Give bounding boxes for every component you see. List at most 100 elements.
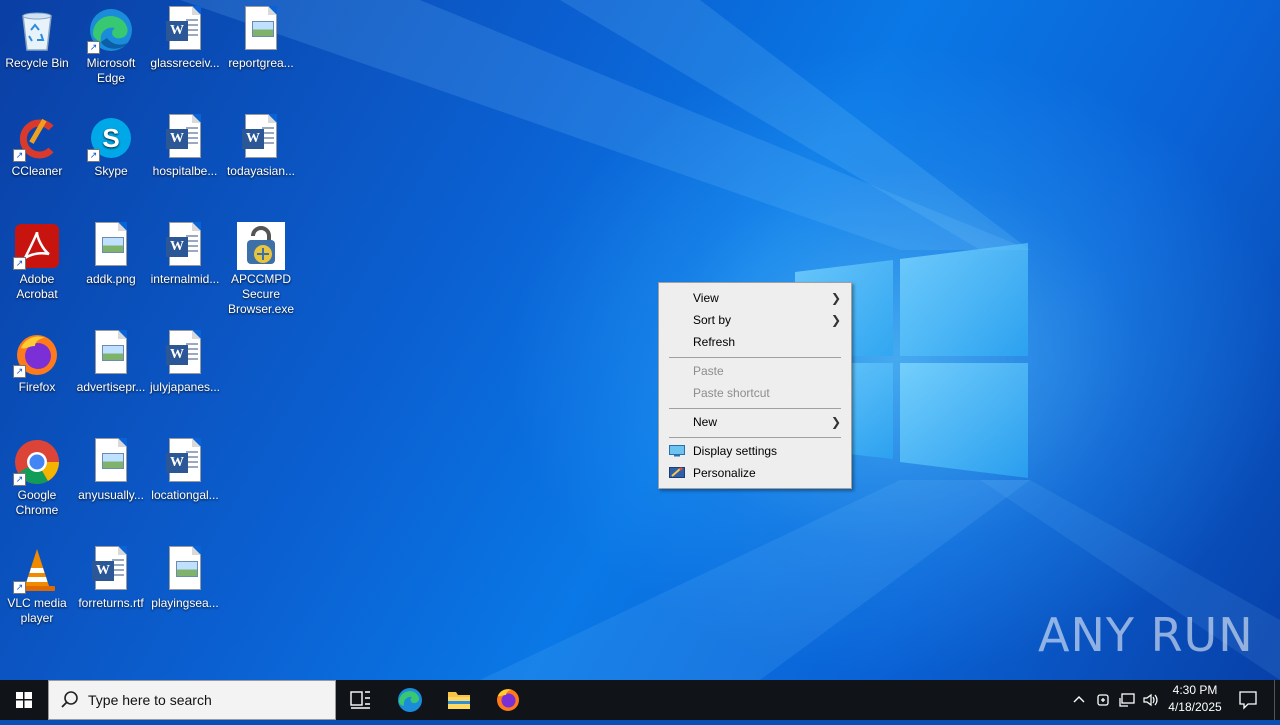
chevron-right-icon: ❯ [830, 313, 841, 327]
anyrun-watermark: ANY RUN [1038, 608, 1254, 662]
word-document-icon: W [92, 546, 127, 590]
search-icon [61, 691, 78, 708]
desktop-icon-adobe-acrobat[interactable]: ↗ Adobe Acrobat [0, 216, 74, 302]
icon-label: Firefox [18, 380, 56, 394]
menu-item-label: Display settings [693, 444, 778, 458]
desktop-icon-glassreceiv[interactable]: W glassreceiv... [148, 0, 222, 71]
show-desktop-button[interactable] [1274, 680, 1280, 720]
image-file-icon [95, 330, 127, 374]
chevron-right-icon: ❯ [830, 415, 841, 429]
icon-label: locationgal... [151, 488, 219, 502]
image-file-icon [95, 438, 127, 482]
desktop-context-menu: View ❯ Sort by ❯ Refresh Paste Paste sho… [658, 282, 852, 489]
desktop[interactable]: Recycle Bin ↗ CCleaner ↗ Adobe Acrobat ↗… [0, 0, 1280, 680]
menu-separator [669, 437, 841, 438]
desktop-icon-apccmpd-secure-browser[interactable]: APCCMPD Secure Browser.exe [224, 216, 298, 317]
start-button[interactable] [0, 680, 48, 720]
shortcut-arrow-icon: ↗ [13, 581, 26, 594]
icon-label: addk.png [86, 272, 136, 286]
menu-item-personalize[interactable]: Personalize [661, 462, 849, 484]
desktop-icon-vlc[interactable]: ↗ VLC media player [0, 540, 74, 626]
svg-text:S: S [102, 123, 119, 153]
word-document-icon: W [166, 6, 201, 50]
folder-icon [448, 692, 470, 709]
desktop-icon-advertisepr[interactable]: advertisepr... [74, 324, 148, 395]
word-document-icon: W [166, 114, 201, 158]
desktop-icon-anyusually[interactable]: anyusually... [74, 432, 148, 503]
tray-app-icon[interactable] [1095, 692, 1111, 708]
desktop-icon-microsoft-edge[interactable]: ↗ Microsoft Edge [74, 0, 148, 86]
chevron-right-icon: ❯ [830, 291, 841, 305]
chevron-up-icon[interactable] [1071, 692, 1087, 708]
task-view-button[interactable] [336, 680, 384, 720]
menu-separator [669, 408, 841, 409]
taskbar-edge-button[interactable] [386, 680, 434, 720]
desktop-icon-ccleaner[interactable]: ↗ CCleaner [0, 108, 74, 179]
desktop-icon-playingsea[interactable]: playingsea... [148, 540, 222, 611]
desktop-icon-skype[interactable]: S ↗ Skype [74, 108, 148, 179]
icon-label: CCleaner [11, 164, 63, 178]
menu-item-new[interactable]: New ❯ [661, 411, 849, 433]
notification-center-icon[interactable] [1238, 690, 1258, 710]
word-document-icon: W [166, 330, 201, 374]
menu-separator [669, 357, 841, 358]
desktop-icon-locationgal[interactable]: W locationgal... [148, 432, 222, 503]
icon-label: julyjapanes... [149, 380, 221, 394]
desktop-icon-addk-png[interactable]: addk.png [74, 216, 148, 287]
secure-browser-lock-icon [237, 222, 285, 270]
menu-item-refresh[interactable]: Refresh [661, 331, 849, 353]
menu-item-label: New [693, 415, 718, 429]
desktop-icon-google-chrome[interactable]: ↗ Google Chrome [0, 432, 74, 518]
menu-item-paste-shortcut[interactable]: Paste shortcut [661, 382, 849, 404]
desktop-icon-forreturns[interactable]: W forreturns.rtf [74, 540, 148, 611]
edge-icon [398, 688, 422, 712]
word-document-icon: W [166, 222, 201, 266]
taskbar-file-explorer-button[interactable] [435, 680, 483, 720]
menu-item-label: Paste [693, 364, 724, 378]
menu-item-display-settings[interactable]: Display settings [661, 440, 849, 462]
clock-date: 4/18/2025 [1168, 700, 1222, 714]
desktop-icon-todayasian[interactable]: W todayasian... [224, 108, 298, 179]
personalize-icon [669, 467, 685, 478]
word-document-icon: W [242, 114, 277, 158]
desktop-icon-julyjapanes[interactable]: W julyjapanes... [148, 324, 222, 395]
desktop-icon-internalmid[interactable]: W internalmid... [148, 216, 222, 287]
display-settings-icon [669, 445, 685, 457]
shortcut-arrow-icon: ↗ [13, 257, 26, 270]
desktop-icon-firefox[interactable]: ↗ Firefox [0, 324, 74, 395]
icon-label: Recycle Bin [5, 56, 69, 70]
desktop-icon-reportgrea[interactable]: reportgrea... [224, 0, 298, 71]
icon-label: Skype [94, 164, 128, 178]
taskbar-search-box[interactable]: Type here to search [48, 680, 336, 720]
desktop-icon-recycle-bin[interactable]: Recycle Bin [0, 0, 74, 71]
menu-item-view[interactable]: View ❯ [661, 287, 849, 309]
icon-label: todayasian... [226, 164, 296, 178]
recycle-bin-icon [22, 12, 52, 51]
icon-label: APCCMPD Secure Browser.exe [227, 272, 295, 316]
windows-start-icon [16, 692, 32, 708]
network-icon[interactable] [1118, 692, 1136, 708]
taskbar-firefox-button[interactable] [484, 680, 532, 720]
image-file-icon [95, 222, 127, 266]
shortcut-arrow-icon: ↗ [87, 149, 100, 162]
menu-item-label: Refresh [693, 335, 736, 349]
icon-label: Google Chrome [15, 488, 59, 517]
icon-label: reportgrea... [228, 56, 294, 70]
shortcut-arrow-icon: ↗ [13, 365, 26, 378]
menu-item-label: Personalize [693, 466, 756, 480]
firefox-icon [497, 689, 519, 711]
menu-item-label: Paste shortcut [693, 386, 770, 400]
menu-item-label: Sort by [693, 313, 732, 327]
icon-label: Microsoft Edge [86, 56, 136, 85]
desktop-icon-hospitalbe[interactable]: W hospitalbe... [148, 108, 222, 179]
image-file-icon [169, 546, 201, 590]
menu-item-sort-by[interactable]: Sort by ❯ [661, 309, 849, 331]
image-file-icon [245, 6, 277, 50]
search-placeholder: Type here to search [88, 692, 212, 708]
shortcut-arrow-icon: ↗ [87, 41, 100, 54]
menu-item-paste[interactable]: Paste [661, 360, 849, 382]
icon-label: anyusually... [78, 488, 144, 502]
word-document-icon: W [166, 438, 201, 482]
volume-icon[interactable] [1142, 692, 1160, 708]
clock[interactable]: 4:30 PM 4/18/2025 [1164, 683, 1226, 714]
